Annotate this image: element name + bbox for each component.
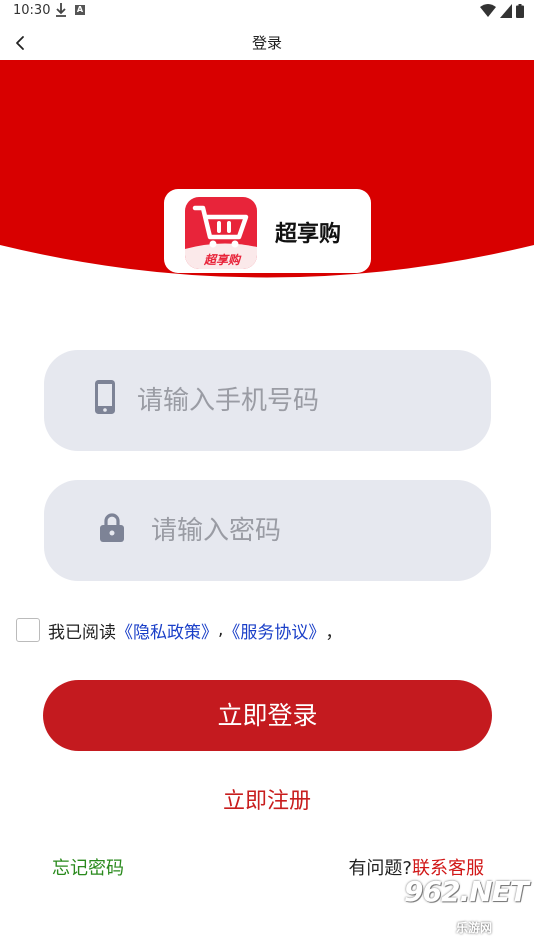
page-title: 登录 [251,34,282,52]
status-time: 10:30 [13,3,51,18]
battery-icon [516,4,524,18]
logo-icon-caption: 超享购 [203,253,242,267]
password-field[interactable] [44,480,491,581]
shopping-cart-logo-icon: 超享购 [185,197,257,269]
app-bar: 登录 [0,24,534,60]
forgot-password-link[interactable]: 忘记密码 [52,854,124,880]
login-button[interactable]: 立即登录 [43,680,492,751]
watermark-sub: 乐游网 [456,921,493,935]
agreement-suffix: ， [325,622,343,643]
signal-icon [500,4,512,18]
download-icon [56,3,66,17]
app-notification-icon: A [75,5,85,15]
lock-icon [100,513,124,542]
watermark-main: 962.NET [404,875,529,908]
phone-icon [95,380,115,414]
agreement-row: 我已阅读 《隐私政策》 , 《服务协议》 ， [16,617,342,643]
privacy-policy-link[interactable]: 《隐私政策》 [116,618,218,643]
register-row: 立即注册 [0,783,534,815]
site-watermark: 962.NET 乐游网 [396,873,529,941]
brand-name: 超享购 [275,222,342,247]
register-link[interactable]: 立即注册 [223,789,311,814]
agreement-prefix: 我已阅读 [48,622,116,643]
status-bar: 10:30 A [0,0,534,24]
password-input[interactable] [151,480,467,581]
service-agreement-link[interactable]: 《服务协议》 [223,618,325,643]
wifi-icon [480,4,496,17]
status-icons [480,3,524,19]
phone-input[interactable] [137,350,467,451]
brand-logo-card: 超享购 超享购 [164,189,371,273]
phone-field[interactable] [44,350,491,451]
agreement-checkbox[interactable] [16,618,40,642]
